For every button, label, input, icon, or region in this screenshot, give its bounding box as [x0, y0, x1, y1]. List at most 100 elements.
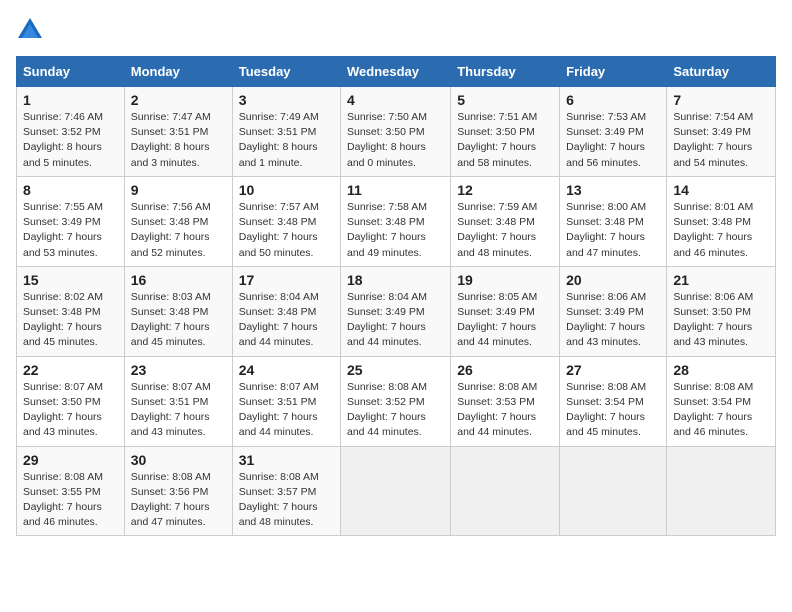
calendar-cell: [451, 446, 560, 536]
calendar-cell: 4 Sunrise: 7:50 AM Sunset: 3:50 PM Daylig…: [341, 87, 451, 177]
day-number: 11: [347, 182, 444, 198]
calendar-cell: 7Sunrise: 7:54 AM Sunset: 3:49 PM Daylig…: [667, 87, 776, 177]
day-number: 19: [457, 272, 553, 288]
header-wednesday: Wednesday: [341, 57, 451, 87]
day-number: 4: [347, 92, 444, 108]
calendar-week-4: 22 Sunrise: 8:07 AM Sunset: 3:50 PM Dayli…: [17, 356, 776, 446]
day-info: Sunrise: 8:03 AM Sunset: 3:48 PM Dayligh…: [131, 290, 226, 351]
day-info: Sunrise: 8:08 AM Sunset: 3:53 PM Dayligh…: [457, 380, 553, 441]
day-info: Sunrise: 8:07 AM Sunset: 3:51 PM Dayligh…: [239, 380, 334, 441]
header-friday: Friday: [560, 57, 667, 87]
day-info: Sunrise: 8:02 AM Sunset: 3:48 PM Dayligh…: [23, 290, 118, 351]
day-number: 26: [457, 362, 553, 378]
calendar-cell: 5 Sunrise: 7:51 AM Sunset: 3:50 PM Daylig…: [451, 87, 560, 177]
calendar-week-5: 29 Sunrise: 8:08 AM Sunset: 3:55 PM Dayli…: [17, 446, 776, 536]
calendar-cell: 15 Sunrise: 8:02 AM Sunset: 3:48 PM Dayli…: [17, 266, 125, 356]
header-tuesday: Tuesday: [232, 57, 340, 87]
calendar-cell: 3 Sunrise: 7:49 AM Sunset: 3:51 PM Daylig…: [232, 87, 340, 177]
day-number: 14: [673, 182, 769, 198]
calendar-cell: 12 Sunrise: 7:59 AM Sunset: 3:48 PM Dayli…: [451, 176, 560, 266]
day-info: Sunrise: 7:54 AM Sunset: 3:49 PM Dayligh…: [673, 110, 769, 171]
calendar-cell: 16 Sunrise: 8:03 AM Sunset: 3:48 PM Dayli…: [124, 266, 232, 356]
calendar-cell: 29 Sunrise: 8:08 AM Sunset: 3:55 PM Dayli…: [17, 446, 125, 536]
day-number: 16: [131, 272, 226, 288]
logo: [16, 16, 48, 44]
day-info: Sunrise: 7:50 AM Sunset: 3:50 PM Dayligh…: [347, 110, 444, 171]
calendar-cell: 1 Sunrise: 7:46 AM Sunset: 3:52 PM Daylig…: [17, 87, 125, 177]
calendar-cell: 9 Sunrise: 7:56 AM Sunset: 3:48 PM Daylig…: [124, 176, 232, 266]
calendar-cell: 8Sunrise: 7:55 AM Sunset: 3:49 PM Daylig…: [17, 176, 125, 266]
calendar-week-1: 1 Sunrise: 7:46 AM Sunset: 3:52 PM Daylig…: [17, 87, 776, 177]
calendar-cell: [667, 446, 776, 536]
day-number: 3: [239, 92, 334, 108]
day-info: Sunrise: 8:08 AM Sunset: 3:54 PM Dayligh…: [673, 380, 769, 441]
day-info: Sunrise: 8:01 AM Sunset: 3:48 PM Dayligh…: [673, 200, 769, 261]
calendar-cell: 20Sunrise: 8:06 AM Sunset: 3:49 PM Dayli…: [560, 266, 667, 356]
calendar-cell: [341, 446, 451, 536]
day-number: 18: [347, 272, 444, 288]
calendar-cell: 24Sunrise: 8:07 AM Sunset: 3:51 PM Dayli…: [232, 356, 340, 446]
day-number: 15: [23, 272, 118, 288]
day-info: Sunrise: 7:57 AM Sunset: 3:48 PM Dayligh…: [239, 200, 334, 261]
calendar-cell: 31Sunrise: 8:08 AM Sunset: 3:57 PM Dayli…: [232, 446, 340, 536]
calendar-cell: 14 Sunrise: 8:01 AM Sunset: 3:48 PM Dayli…: [667, 176, 776, 266]
day-info: Sunrise: 8:08 AM Sunset: 3:56 PM Dayligh…: [131, 470, 226, 531]
day-info: Sunrise: 8:04 AM Sunset: 3:48 PM Dayligh…: [239, 290, 334, 351]
day-info: Sunrise: 7:59 AM Sunset: 3:48 PM Dayligh…: [457, 200, 553, 261]
day-number: 1: [23, 92, 118, 108]
page-header: [16, 16, 776, 44]
day-info: Sunrise: 8:00 AM Sunset: 3:48 PM Dayligh…: [566, 200, 660, 261]
day-number: 22: [23, 362, 118, 378]
day-info: Sunrise: 7:58 AM Sunset: 3:48 PM Dayligh…: [347, 200, 444, 261]
day-number: 13: [566, 182, 660, 198]
day-number: 9: [131, 182, 226, 198]
day-info: Sunrise: 7:55 AM Sunset: 3:49 PM Dayligh…: [23, 200, 118, 261]
logo-icon: [16, 16, 44, 44]
day-info: Sunrise: 8:08 AM Sunset: 3:52 PM Dayligh…: [347, 380, 444, 441]
day-number: 10: [239, 182, 334, 198]
day-number: 5: [457, 92, 553, 108]
day-info: Sunrise: 8:07 AM Sunset: 3:51 PM Dayligh…: [131, 380, 226, 441]
calendar-cell: 2Sunrise: 7:47 AM Sunset: 3:51 PM Daylig…: [124, 87, 232, 177]
day-info: Sunrise: 8:04 AM Sunset: 3:49 PM Dayligh…: [347, 290, 444, 351]
day-number: 23: [131, 362, 226, 378]
day-info: Sunrise: 8:06 AM Sunset: 3:49 PM Dayligh…: [566, 290, 660, 351]
calendar-cell: 19 Sunrise: 8:05 AM Sunset: 3:49 PM Dayli…: [451, 266, 560, 356]
day-info: Sunrise: 8:08 AM Sunset: 3:55 PM Dayligh…: [23, 470, 118, 531]
day-info: Sunrise: 8:06 AM Sunset: 3:50 PM Dayligh…: [673, 290, 769, 351]
header-sunday: Sunday: [17, 57, 125, 87]
calendar-cell: 17 Sunrise: 8:04 AM Sunset: 3:48 PM Dayli…: [232, 266, 340, 356]
calendar-cell: 26 Sunrise: 8:08 AM Sunset: 3:53 PM Dayli…: [451, 356, 560, 446]
calendar-cell: 23 Sunrise: 8:07 AM Sunset: 3:51 PM Dayli…: [124, 356, 232, 446]
calendar-cell: 27Sunrise: 8:08 AM Sunset: 3:54 PM Dayli…: [560, 356, 667, 446]
day-number: 12: [457, 182, 553, 198]
day-number: 28: [673, 362, 769, 378]
calendar-week-2: 8Sunrise: 7:55 AM Sunset: 3:49 PM Daylig…: [17, 176, 776, 266]
day-info: Sunrise: 7:56 AM Sunset: 3:48 PM Dayligh…: [131, 200, 226, 261]
day-number: 21: [673, 272, 769, 288]
day-info: Sunrise: 8:05 AM Sunset: 3:49 PM Dayligh…: [457, 290, 553, 351]
day-info: Sunrise: 8:08 AM Sunset: 3:57 PM Dayligh…: [239, 470, 334, 531]
calendar-cell: [560, 446, 667, 536]
day-number: 27: [566, 362, 660, 378]
header-monday: Monday: [124, 57, 232, 87]
calendar-cell: 22 Sunrise: 8:07 AM Sunset: 3:50 PM Dayli…: [17, 356, 125, 446]
calendar-cell: 10 Sunrise: 7:57 AM Sunset: 3:48 PM Dayli…: [232, 176, 340, 266]
calendar-week-3: 15 Sunrise: 8:02 AM Sunset: 3:48 PM Dayli…: [17, 266, 776, 356]
calendar-cell: 28 Sunrise: 8:08 AM Sunset: 3:54 PM Dayli…: [667, 356, 776, 446]
calendar-header-row: SundayMondayTuesdayWednesdayThursdayFrid…: [17, 57, 776, 87]
day-number: 25: [347, 362, 444, 378]
day-info: Sunrise: 7:47 AM Sunset: 3:51 PM Dayligh…: [131, 110, 226, 171]
day-info: Sunrise: 7:51 AM Sunset: 3:50 PM Dayligh…: [457, 110, 553, 171]
day-number: 17: [239, 272, 334, 288]
day-info: Sunrise: 7:46 AM Sunset: 3:52 PM Dayligh…: [23, 110, 118, 171]
calendar-table: SundayMondayTuesdayWednesdayThursdayFrid…: [16, 56, 776, 536]
calendar-cell: 21 Sunrise: 8:06 AM Sunset: 3:50 PM Dayli…: [667, 266, 776, 356]
day-number: 30: [131, 452, 226, 468]
day-info: Sunrise: 7:53 AM Sunset: 3:49 PM Dayligh…: [566, 110, 660, 171]
day-info: Sunrise: 7:49 AM Sunset: 3:51 PM Dayligh…: [239, 110, 334, 171]
day-number: 29: [23, 452, 118, 468]
day-info: Sunrise: 8:07 AM Sunset: 3:50 PM Dayligh…: [23, 380, 118, 441]
day-number: 6: [566, 92, 660, 108]
calendar-cell: 13 Sunrise: 8:00 AM Sunset: 3:48 PM Dayli…: [560, 176, 667, 266]
